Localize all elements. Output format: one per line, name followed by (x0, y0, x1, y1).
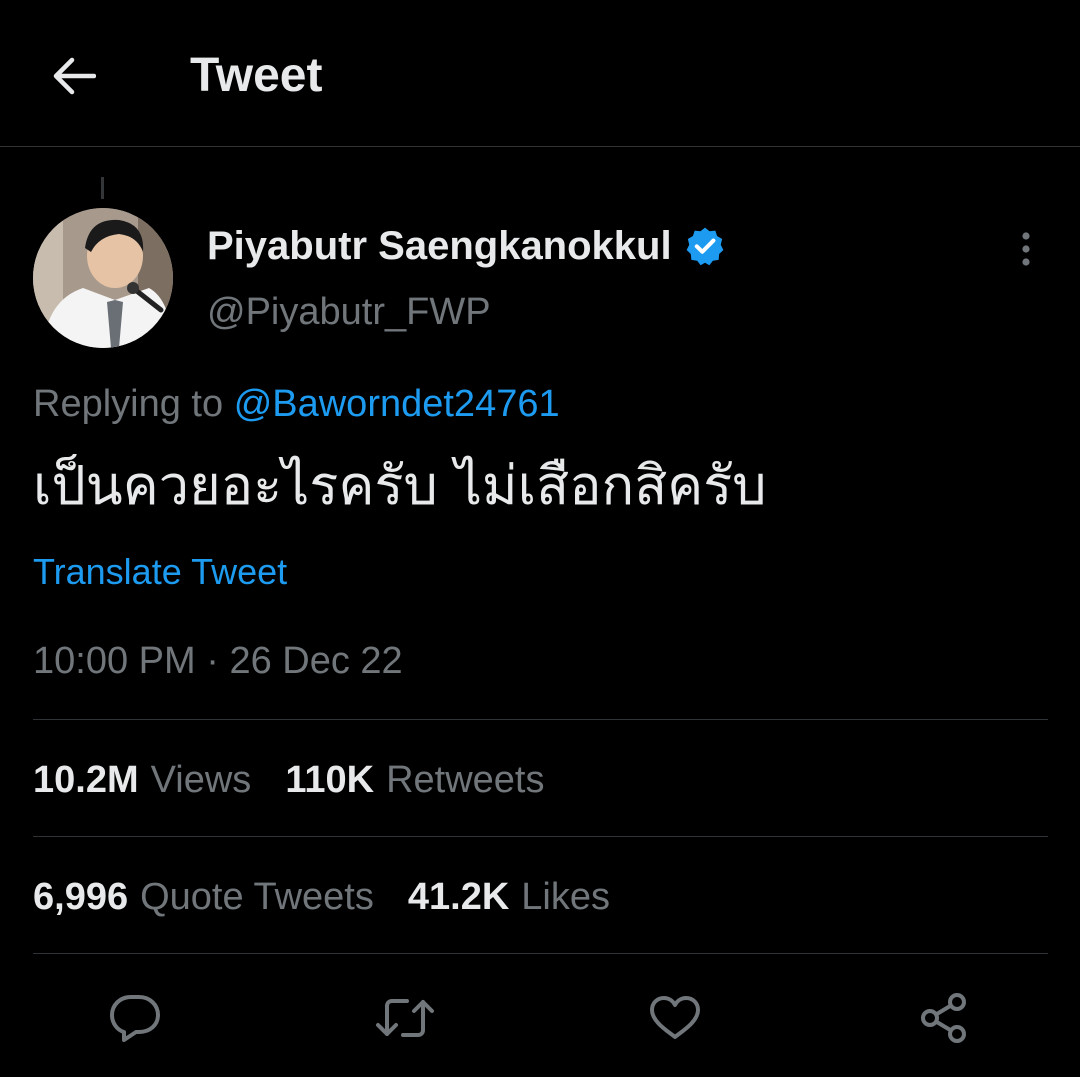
reply-button[interactable] (102, 985, 168, 1051)
like-button[interactable] (642, 985, 708, 1051)
avatar[interactable] (33, 208, 173, 348)
heart-icon (650, 996, 700, 1039)
thread-connector (101, 177, 104, 199)
quote-tweets-label: Quote Tweets (140, 876, 374, 918)
replying-to: Replying to @Baworndet24761 (33, 380, 560, 428)
views-count: 10.2M (33, 759, 139, 801)
author-display-name[interactable]: Piyabutr Saengkanokkul (207, 222, 726, 270)
verified-badge-icon (686, 227, 723, 266)
retweet-icon (376, 999, 434, 1037)
page-title: Tweet (190, 49, 323, 102)
likes-stat[interactable]: 41.2K Likes (408, 872, 610, 922)
avatar-image (33, 208, 173, 348)
timestamp-separator: · (206, 640, 219, 682)
share-icon (921, 993, 966, 1043)
stats-row-quotes-likes: 6,996 Quote Tweets 41.2K Likes (33, 872, 610, 922)
tweet-date: 26 Dec 22 (229, 640, 403, 682)
likes-count: 41.2K (407, 876, 510, 918)
retweets-label: Retweets (386, 759, 545, 801)
tweet-text: เป็นควยอะไรครับ ไม่เสือกสิครับ (33, 454, 767, 517)
share-button[interactable] (911, 985, 977, 1051)
stats-row-views-retweets: 10.2M Views 110K Retweets (33, 755, 544, 805)
tweet-action-bar (0, 985, 1080, 1051)
replying-to-link[interactable]: @Baworndet24761 (234, 383, 560, 425)
retweets-stat[interactable]: 110K Retweets (285, 755, 544, 805)
views-label: Views (150, 759, 252, 801)
replying-prefix: Replying to (33, 383, 224, 425)
translate-tweet-link[interactable]: Translate Tweet (33, 548, 287, 596)
reply-icon (110, 995, 160, 1042)
author-handle[interactable]: @Piyabutr_FWP (207, 288, 491, 336)
tweet-timestamp[interactable]: 10:00 PM · 26 Dec 22 (33, 636, 403, 686)
display-name-text: Piyabutr Saengkanokkul (207, 224, 672, 268)
more-options-button[interactable] (1004, 224, 1048, 274)
views-stat[interactable]: 10.2M Views (33, 755, 251, 805)
back-button[interactable] (44, 46, 104, 106)
retweet-button[interactable] (372, 985, 438, 1051)
more-vertical-icon (1022, 232, 1030, 266)
retweets-count: 110K (285, 759, 375, 801)
divider (33, 719, 1048, 720)
likes-label: Likes (521, 876, 610, 918)
tweet-time: 10:00 PM (33, 640, 196, 682)
quote-tweets-stat[interactable]: 6,996 Quote Tweets (33, 872, 374, 922)
divider (33, 836, 1048, 837)
quote-tweets-count: 6,996 (33, 876, 129, 918)
divider (33, 953, 1048, 954)
top-bar: Tweet (0, 0, 1080, 147)
arrow-left-icon (53, 57, 96, 95)
